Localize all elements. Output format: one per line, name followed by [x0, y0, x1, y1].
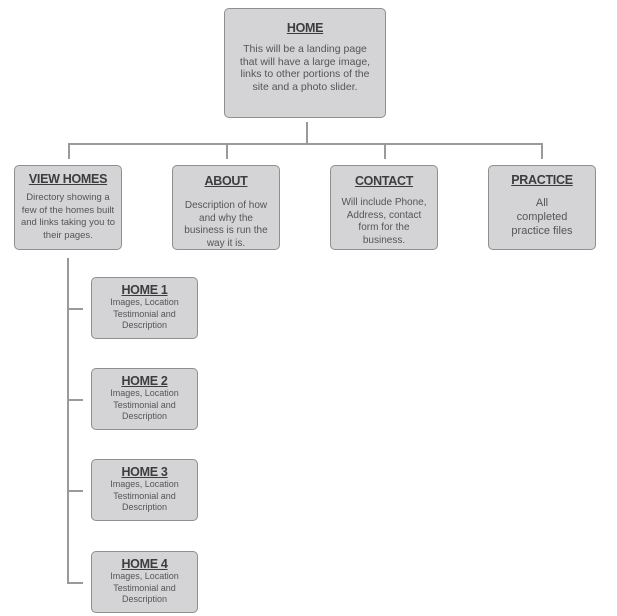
node-description: All completed practice files: [511, 197, 573, 237]
connector: [68, 143, 70, 159]
node-title: HOME 1: [121, 283, 168, 297]
node-home-3: HOME 3 Images, Location Testimonial and …: [91, 459, 198, 521]
node-description: Images, Location Testimonial and Descrip…: [110, 297, 179, 330]
connector: [226, 143, 228, 159]
node-title: VIEW HOMES: [28, 172, 108, 186]
node-description: Description of how and why the business …: [184, 200, 268, 249]
connector: [67, 399, 83, 401]
node-title: CONTACT: [354, 174, 414, 188]
connector: [68, 143, 542, 145]
node-description: Images, Location Testimonial and Descrip…: [110, 388, 179, 421]
connector: [541, 143, 543, 159]
node-title: PRACTICE: [511, 173, 573, 187]
node-home-4: HOME 4 Images, Location Testimonial and …: [91, 551, 198, 613]
connector: [384, 143, 386, 159]
connector: [67, 582, 83, 584]
node-title: HOME 2: [121, 374, 168, 388]
node-title: ABOUT: [204, 174, 248, 188]
connector: [67, 258, 69, 583]
node-description: Images, Location Testimonial and Descrip…: [110, 571, 179, 604]
node-view-homes: VIEW HOMES Directory showing a few of th…: [14, 165, 122, 250]
connector: [67, 490, 83, 492]
node-description: Will include Phone, Address, contact for…: [341, 197, 427, 246]
node-about: ABOUT Description of how and why the bus…: [172, 165, 280, 250]
node-home-1: HOME 1 Images, Location Testimonial and …: [91, 277, 198, 339]
node-home-2: HOME 2 Images, Location Testimonial and …: [91, 368, 198, 430]
node-description: Directory showing a few of the homes bui…: [20, 192, 115, 241]
node-title: HOME: [286, 21, 324, 35]
node-contact: CONTACT Will include Phone, Address, con…: [330, 165, 438, 250]
node-practice: PRACTICE All completed practice files: [488, 165, 596, 250]
node-description: This will be a landing page that will ha…: [239, 43, 371, 93]
node-title: HOME 4: [121, 557, 168, 571]
node-description: Images, Location Testimonial and Descrip…: [110, 479, 179, 512]
connector: [306, 122, 308, 144]
node-title: HOME 3: [121, 465, 168, 479]
node-home: HOME This will be a landing page that wi…: [224, 8, 386, 118]
connector: [67, 308, 83, 310]
sitemap-diagram: HOME This will be a landing page that wi…: [0, 0, 617, 616]
